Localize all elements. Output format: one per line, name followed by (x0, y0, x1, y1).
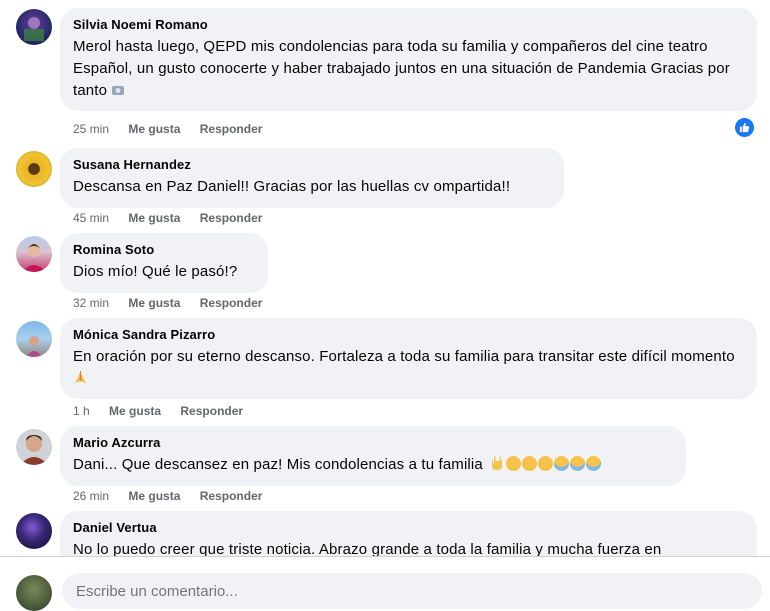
avatar[interactable] (16, 513, 52, 549)
comment-timestamp[interactable]: 26 min (73, 489, 109, 503)
like-button[interactable]: Me gusta (128, 296, 180, 310)
comment-bubble: Susana Hernandez Descansa en Paz Daniel!… (60, 148, 564, 208)
rock-hand-emoji (490, 454, 505, 471)
crying-face-emoji (554, 456, 570, 471)
comment-text: Merol hasta luego, QEPD mis condolencias… (73, 38, 730, 99)
comment-bubble: Silvia Noemi Romano Merol hasta luego, Q… (60, 8, 757, 111)
comment-timestamp[interactable]: 45 min (73, 211, 109, 225)
crying-face-emoji (570, 456, 586, 471)
reply-button[interactable]: Responder (200, 296, 263, 310)
comment-actions: 32 min Me gusta Responder (73, 296, 262, 310)
like-button[interactable]: Me gusta (128, 122, 180, 136)
comment-actions: 1 h Me gusta Responder (73, 404, 243, 418)
sweat-smile-emoji (111, 82, 125, 96)
reply-button[interactable]: Responder (200, 211, 263, 225)
comment-timestamp[interactable]: 32 min (73, 296, 109, 310)
avatar[interactable] (16, 575, 52, 611)
avatar[interactable] (16, 236, 52, 272)
comment-actions: 25 min Me gusta Responder (73, 122, 262, 136)
comment-author[interactable]: Susana Hernandez (73, 157, 551, 173)
sad-face-emoji (506, 456, 522, 471)
sad-face-emoji (538, 456, 554, 471)
crying-face-emoji (586, 456, 602, 471)
comment-text: Descansa en Paz Daniel!! Gracias por las… (73, 178, 511, 195)
comment-author[interactable]: Daniel Vertua (73, 520, 744, 536)
comment-actions: 26 min Me gusta Responder (73, 489, 262, 503)
comment-input[interactable] (62, 573, 762, 609)
avatar[interactable] (16, 321, 52, 357)
comment-bubble: Mónica Sandra Pizarro En oración por su … (60, 318, 757, 399)
like-button[interactable]: Me gusta (109, 404, 161, 418)
comment-actions: 45 min Me gusta Responder (73, 211, 262, 225)
comment-text: En oración por su eterno descanso. Forta… (73, 346, 744, 390)
like-button[interactable]: Me gusta (128, 211, 180, 225)
comment-text: Dios mío! Qué le pasó!? (73, 263, 238, 280)
comment-bubble: Romina Soto Dios mío! Qué le pasó!? (60, 233, 268, 293)
like-button[interactable]: Me gusta (128, 489, 180, 503)
avatar[interactable] (16, 151, 52, 187)
comment-timestamp[interactable]: 1 h (73, 404, 90, 418)
comment-author[interactable]: Romina Soto (73, 242, 255, 258)
comment-text: Dani... Que descansez en paz! Mis condol… (73, 454, 673, 476)
reply-button[interactable]: Responder (180, 404, 243, 418)
comment-composer (0, 556, 770, 611)
comment-author[interactable]: Mario Azcurra (73, 435, 673, 451)
like-reaction-icon[interactable] (735, 118, 754, 137)
comment-author[interactable]: Mónica Sandra Pizarro (73, 327, 744, 343)
avatar[interactable] (16, 429, 52, 465)
reply-button[interactable]: Responder (200, 489, 263, 503)
comment-author[interactable]: Silvia Noemi Romano (73, 17, 744, 33)
avatar[interactable] (16, 9, 52, 45)
comment-bubble: Mario Azcurra Dani... Que descansez en p… (60, 426, 686, 486)
sad-face-emoji (522, 456, 538, 471)
reply-button[interactable]: Responder (200, 122, 263, 136)
praying-hands-emoji (73, 370, 88, 385)
comment-timestamp[interactable]: 25 min (73, 122, 109, 136)
